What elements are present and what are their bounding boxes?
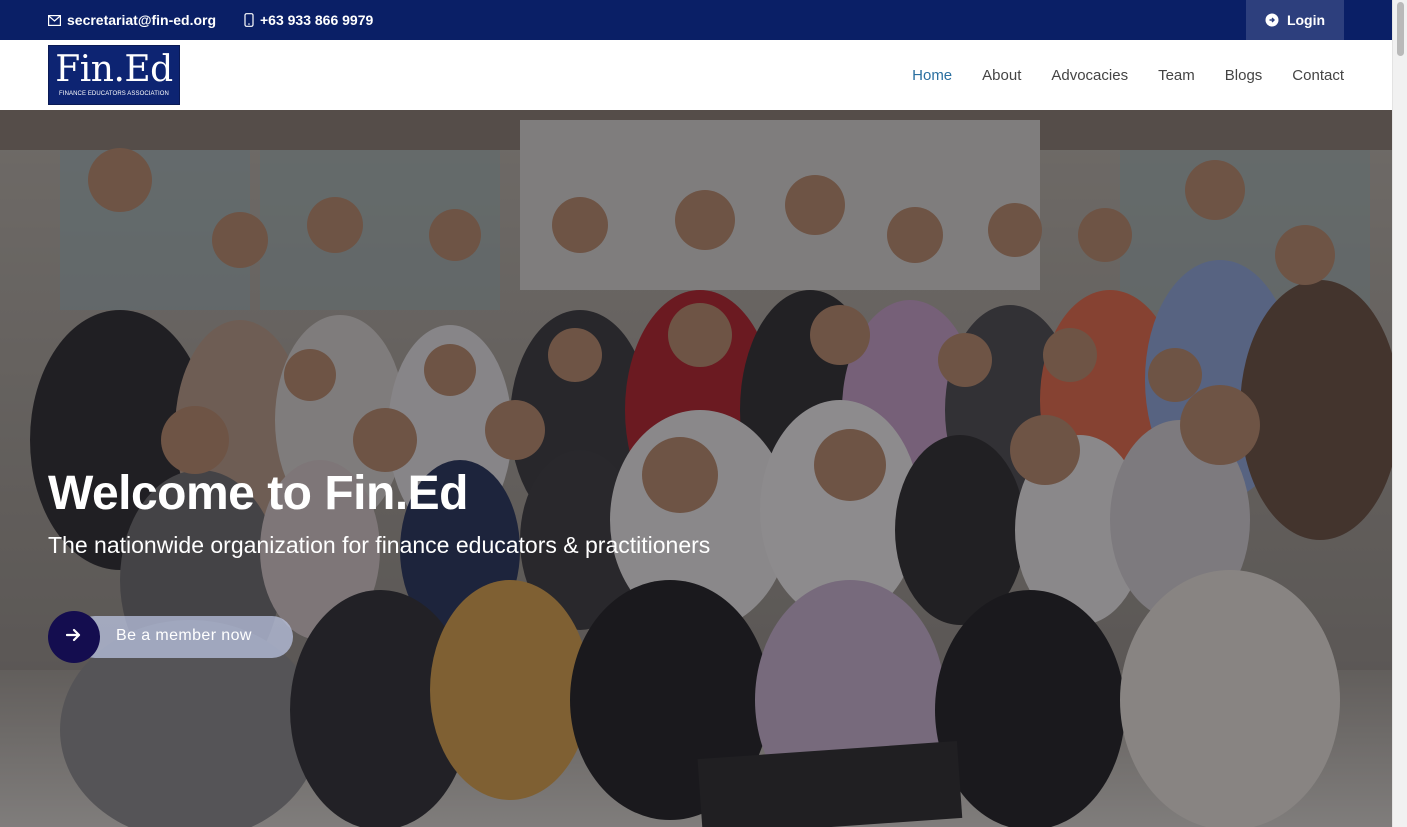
logo-mark: Fin.Ed xyxy=(55,49,173,90)
become-member-button[interactable]: Be a member now xyxy=(48,611,293,663)
nav-item-contact[interactable]: Contact xyxy=(1292,67,1344,84)
hero-title: Welcome to Fin.Ed xyxy=(48,467,468,520)
nav-item-about[interactable]: About xyxy=(982,67,1021,84)
nav-item-advocacies[interactable]: Advocacies xyxy=(1051,67,1128,84)
email-text: secretariat@fin-ed.org xyxy=(67,12,217,28)
mobile-phone-icon xyxy=(244,13,254,27)
nav-item-blogs[interactable]: Blogs xyxy=(1225,67,1263,84)
page-scrollbar[interactable] xyxy=(1392,0,1407,827)
hero-section: Welcome to Fin.Ed The nationwide organiz… xyxy=(0,110,1392,827)
nav-item-team[interactable]: Team xyxy=(1158,67,1195,84)
logo-subtitle: FINANCE EDUCATORS ASSOCIATION xyxy=(59,91,169,97)
login-label: Login xyxy=(1286,12,1326,28)
phone-contact[interactable]: +63 933 866 9979 xyxy=(244,0,373,40)
site-header: Fin.Ed FINANCE EDUCATORS ASSOCIATION Hom… xyxy=(0,40,1392,110)
email-contact[interactable]: secretariat@fin-ed.org xyxy=(48,0,216,40)
hero-tagline: The nationwide organization for finance … xyxy=(48,532,711,558)
arrow-right-icon xyxy=(65,628,82,647)
cta-circle xyxy=(48,611,100,663)
nav-item-home[interactable]: Home xyxy=(912,67,952,84)
envelope-icon xyxy=(48,14,61,26)
phone-text: +63 933 866 9979 xyxy=(260,12,374,28)
cta-label: Be a member now xyxy=(116,627,252,644)
fined-logo[interactable]: Fin.Ed FINANCE EDUCATORS ASSOCIATION xyxy=(48,45,180,105)
top-bar: secretariat@fin-ed.org +63 933 866 9979 … xyxy=(0,0,1392,40)
main-nav: Home About Advocacies Team Blogs Contact xyxy=(882,40,1344,110)
login-button[interactable]: Login xyxy=(1246,0,1344,40)
login-icon xyxy=(1265,13,1279,27)
scrollbar-thumb[interactable] xyxy=(1397,2,1404,56)
